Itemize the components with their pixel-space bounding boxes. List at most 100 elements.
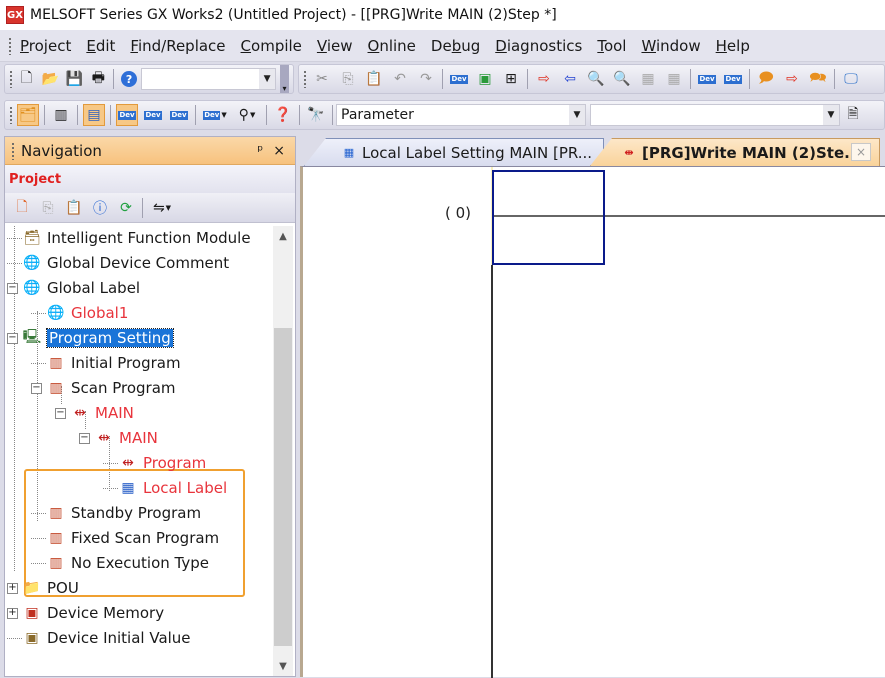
pin-icon[interactable]: ᵖ (257, 143, 263, 159)
project-view-icon[interactable]: ⇋ ▼ (148, 197, 176, 219)
collapse-icon[interactable]: − (7, 332, 18, 344)
add-new-data-icon[interactable]: 🗋 (11, 197, 33, 219)
ladder-cursor[interactable] (492, 170, 605, 265)
tree-scrollbar[interactable]: ▲ ▼ (273, 226, 293, 676)
menu-find-replace[interactable]: Find/Replace (130, 37, 225, 55)
menu-compile[interactable]: Compile (241, 37, 302, 55)
new-file-icon[interactable]: 🗋 (17, 68, 37, 90)
toolbar-grip[interactable] (9, 106, 13, 124)
toolbar-overflow-icon[interactable]: ▾ (280, 65, 290, 93)
scroll-up-icon[interactable]: ▲ (273, 226, 293, 246)
tree-item[interactable]: ▥ Fixed Scan Program (31, 526, 219, 550)
find-device-icon[interactable]: Dev (116, 104, 138, 126)
device-find-icon[interactable]: Dev (448, 68, 470, 90)
help-search-icon[interactable]: ❓ (272, 104, 294, 126)
paste-icon[interactable]: 📋 (363, 68, 385, 90)
collapse-icon[interactable]: − (55, 407, 66, 419)
tree-item[interactable]: − 🌐 Global Label (7, 276, 140, 300)
contact-coil-find-icon[interactable]: ⊞ (500, 68, 522, 90)
second-combo[interactable]: ▼ (590, 104, 840, 126)
paste-data-icon[interactable]: 📋 (63, 197, 85, 219)
note-edit-icon[interactable]: 🗪 (807, 68, 829, 90)
device-test-icon[interactable]: Dev (696, 68, 718, 90)
menu-view[interactable]: View (317, 37, 353, 55)
comment-edit-icon[interactable]: 🗩 (755, 68, 777, 90)
pane-grip[interactable] (11, 141, 15, 160)
menu-diagnostics[interactable]: Diagnostics (495, 37, 582, 55)
tree-item[interactable]: − ⇹ MAIN (55, 401, 134, 425)
display-icon[interactable]: 🖵 (840, 68, 862, 90)
device-list-icon[interactable]: Dev (168, 104, 190, 126)
expand-icon[interactable]: + (7, 582, 18, 594)
tree-item[interactable]: − ▥ Scan Program (31, 376, 176, 400)
monitor-start-icon[interactable]: 🔍 (611, 68, 633, 90)
tree-item[interactable]: − ⇹ MAIN (79, 426, 158, 450)
project-tab[interactable]: Project (5, 165, 295, 193)
chevron-down-icon[interactable]: ▼ (823, 105, 839, 125)
tab-local-label-setting[interactable]: ▦ Local Label Setting MAIN [PR... (304, 138, 604, 166)
toolbar-grip[interactable] (9, 70, 13, 88)
monitor-stop-icon[interactable]: ▦ (637, 68, 659, 90)
tree-item[interactable]: ▣ Device Initial Value (7, 626, 191, 650)
tree-item[interactable]: − 🖳 Program Setting (7, 326, 174, 350)
toolbar-grip[interactable] (303, 70, 307, 88)
menu-grip-handle[interactable] (8, 36, 12, 55)
save-icon[interactable]: 💾 (64, 68, 84, 90)
scroll-down-icon[interactable]: ▼ (273, 656, 293, 676)
redo-icon[interactable]: ↷ (415, 68, 437, 90)
menu-help[interactable]: Help (716, 37, 750, 55)
output-window-icon[interactable]: ▤ (83, 104, 105, 126)
undo-icon[interactable]: ↶ (389, 68, 411, 90)
collapse-icon[interactable]: − (7, 282, 18, 294)
intelligent-module-icon[interactable]: ⚲ ▼ (233, 104, 261, 126)
toolbar-combo[interactable]: ▼ (141, 68, 277, 90)
tree-item[interactable]: ⇹ Program (103, 451, 206, 475)
menu-edit[interactable]: Edit (86, 37, 115, 55)
device-batch-icon[interactable]: Dev (142, 104, 164, 126)
tree-item[interactable]: ▥ Standby Program (31, 501, 201, 525)
statement-edit-icon[interactable]: ⇨ (781, 68, 803, 90)
binoculars-icon[interactable]: 🔭 (305, 104, 327, 126)
copy-data-icon[interactable]: ⎘ (37, 197, 59, 219)
tree-item[interactable]: + ▣ Device Memory (7, 601, 164, 625)
tree-item[interactable]: ▦ Local Label (103, 476, 227, 500)
collapse-icon[interactable]: − (31, 382, 42, 394)
close-icon[interactable]: × (273, 143, 285, 159)
tree-item[interactable]: ▥ Initial Program (31, 351, 181, 375)
chevron-down-icon[interactable]: ▼ (569, 105, 585, 125)
tree-item[interactable]: 🌐 Global Device Comment (7, 251, 229, 275)
watch-icon[interactable]: Dev ▼ (201, 104, 229, 126)
expand-icon[interactable]: + (7, 607, 18, 619)
refresh-icon[interactable]: ⟳ (115, 197, 137, 219)
tree-item[interactable]: 🌐 Global1 (31, 301, 128, 325)
monitor-all-icon[interactable]: ▦ (663, 68, 685, 90)
property-icon[interactable]: ⓘ (89, 197, 111, 219)
parameter-combo[interactable]: Parameter ▼ (336, 104, 586, 126)
tree-item[interactable]: 🗃 Intelligent Function Module (7, 226, 251, 250)
menu-debug[interactable]: Debug (431, 37, 480, 55)
open-folder-icon[interactable]: 📂 (41, 68, 61, 90)
chevron-down-icon[interactable]: ▼ (259, 69, 276, 89)
instruction-find-icon[interactable]: ▣ (474, 68, 496, 90)
help-icon[interactable]: ? (119, 68, 139, 90)
menu-project[interactable]: Project (20, 37, 71, 55)
cut-icon[interactable]: ✂ (311, 68, 333, 90)
navigation-toggle-icon[interactable]: 🗂 (17, 104, 39, 126)
collapse-icon[interactable]: − (79, 432, 90, 444)
write-to-plc-icon[interactable]: ⇨ (533, 68, 555, 90)
document-zoom-icon[interactable]: 🗎 (842, 104, 864, 126)
tree-item[interactable]: ▥ No Execution Type (31, 551, 209, 575)
menu-window[interactable]: Window (641, 37, 700, 55)
tree-item[interactable]: + 📁 POU (7, 576, 79, 600)
menu-online[interactable]: Online (368, 37, 416, 55)
menu-tool[interactable]: Tool (597, 37, 626, 55)
cpu-icon[interactable]: ▥ (50, 104, 72, 126)
close-tab-icon[interactable]: × (851, 143, 871, 161)
ladder-editor[interactable]: ( 0) (300, 166, 885, 678)
copy-icon[interactable]: ⎘ (337, 68, 359, 90)
verify-plc-icon[interactable]: 🔍 (585, 68, 607, 90)
read-from-plc-icon[interactable]: ⇦ (559, 68, 581, 90)
scroll-thumb[interactable] (274, 328, 292, 646)
device-register-icon[interactable]: Dev (722, 68, 744, 90)
tab-prg-write-main[interactable]: ⇹ [PRG]Write MAIN (2)Ste... × (590, 138, 880, 166)
